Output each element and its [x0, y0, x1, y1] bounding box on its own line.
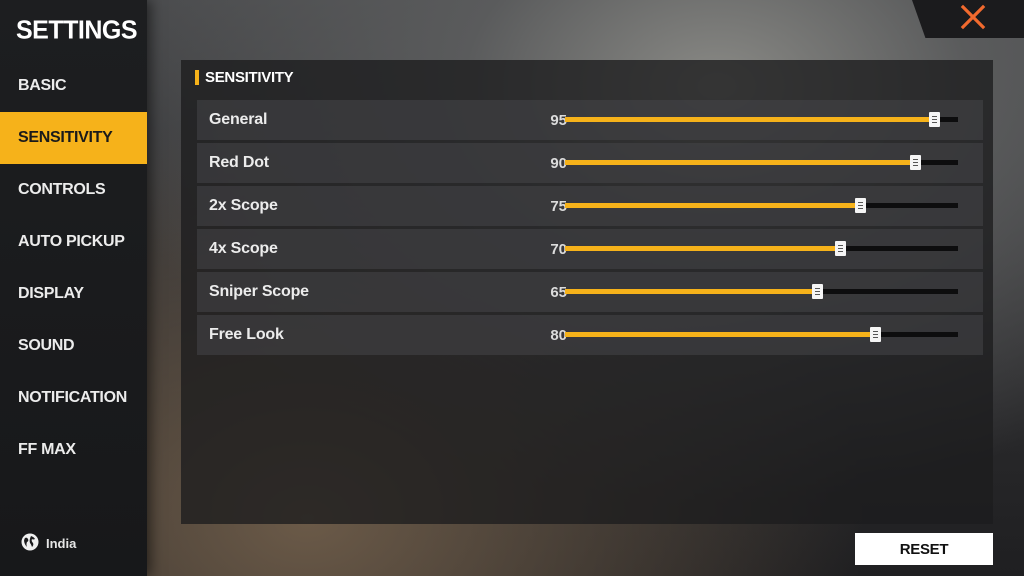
sensitivity-value: 90: [550, 154, 567, 172]
sensitivity-slider[interactable]: [565, 112, 958, 127]
slider-fill: [565, 203, 860, 208]
sensitivity-value: 70: [550, 240, 567, 258]
settings-sidebar: SETTINGS BASIC SENSITIVITY CONTROLS AUTO…: [0, 0, 147, 576]
sensitivity-row: Red Dot 90: [197, 143, 983, 183]
sensitivity-value: 80: [550, 326, 567, 344]
sensitivity-value: 95: [550, 111, 567, 129]
slider-fill: [565, 117, 935, 122]
close-icon: [960, 4, 986, 35]
slider-fill: [565, 160, 915, 165]
sensitivity-slider[interactable]: [565, 284, 958, 299]
header-accent-bar: [195, 70, 199, 85]
settings-title: SETTINGS: [16, 15, 138, 45]
nav-item-basic[interactable]: BASIC: [0, 60, 147, 112]
sensitivity-value: 65: [550, 283, 567, 301]
sensitivity-label: General: [209, 111, 268, 128]
sensitivity-slider[interactable]: [565, 241, 958, 256]
nav-item-display[interactable]: DISPLAY: [0, 268, 147, 320]
sensitivity-label: Sniper Scope: [209, 283, 309, 300]
slider-thumb[interactable]: [854, 198, 866, 213]
slider-thumb[interactable]: [870, 327, 882, 342]
nav-item-auto-pickup[interactable]: AUTO PICKUP: [0, 216, 147, 268]
sensitivity-slider[interactable]: [565, 327, 958, 342]
close-button[interactable]: [912, 0, 1024, 38]
sensitivity-label: 4x Scope: [209, 240, 278, 257]
settings-nav: BASIC SENSITIVITY CONTROLS AUTO PICKUP D…: [0, 60, 147, 476]
slider-fill: [565, 246, 841, 251]
panel-title: SENSITIVITY: [205, 69, 294, 86]
slider-thumb[interactable]: [909, 155, 921, 170]
sensitivity-label: Free Look: [209, 326, 284, 343]
sensitivity-rows: General 95 Red Dot 90 2x Scope 75 4x Scope 70 Sn…: [197, 100, 983, 358]
nav-item-sound[interactable]: SOUND: [0, 320, 147, 372]
slider-fill: [565, 289, 817, 294]
nav-item-controls[interactable]: CONTROLS: [0, 164, 147, 216]
region-label: India: [46, 536, 77, 551]
nav-item-notification[interactable]: NOTIFICATION: [0, 372, 147, 424]
slider-fill: [565, 332, 876, 337]
region-selector[interactable]: India: [20, 532, 76, 555]
sensitivity-label: Red Dot: [209, 154, 269, 171]
sensitivity-row: Sniper Scope 65: [197, 272, 983, 312]
sensitivity-row: 2x Scope 75: [197, 186, 983, 226]
nav-item-sensitivity[interactable]: SENSITIVITY: [0, 112, 147, 164]
sensitivity-value: 75: [550, 197, 567, 215]
sensitivity-slider[interactable]: [565, 155, 958, 170]
sensitivity-panel: SENSITIVITY General 95 Red Dot 90 2x Scope 75…: [181, 60, 993, 524]
slider-thumb[interactable]: [811, 284, 823, 299]
reset-button[interactable]: RESET: [855, 533, 993, 565]
nav-item-ff-max[interactable]: FF MAX: [0, 424, 147, 476]
slider-thumb[interactable]: [835, 241, 847, 256]
sensitivity-slider[interactable]: [565, 198, 958, 213]
sensitivity-row: Free Look 80: [197, 315, 983, 355]
panel-header: SENSITIVITY: [195, 69, 294, 86]
slider-thumb[interactable]: [929, 112, 941, 127]
sensitivity-label: 2x Scope: [209, 197, 278, 214]
sensitivity-row: 4x Scope 70: [197, 229, 983, 269]
globe-icon: [20, 532, 40, 555]
sensitivity-row: General 95: [197, 100, 983, 140]
